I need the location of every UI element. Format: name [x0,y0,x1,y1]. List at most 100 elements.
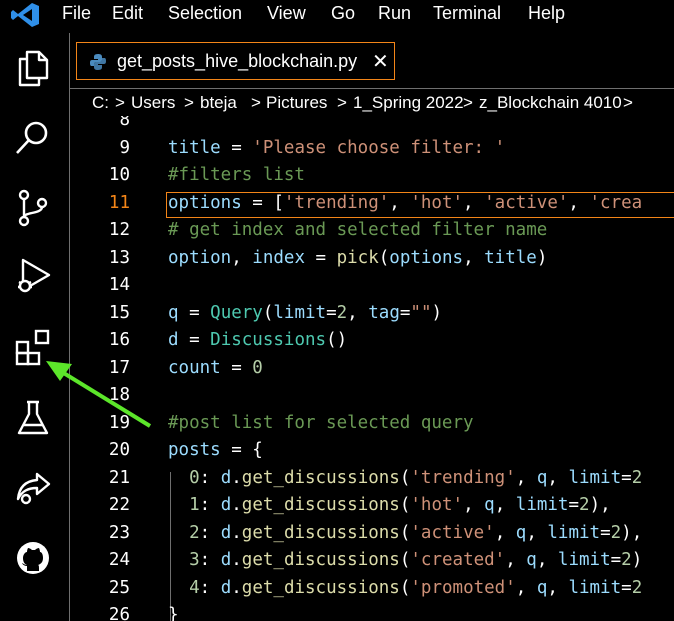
code-token: ) [431,302,443,323]
code-token: = [600,522,611,543]
search-icon[interactable] [13,118,53,158]
remote-share-icon[interactable] [13,468,53,508]
code-line[interactable]: #post list for selected query [168,413,474,433]
code-line[interactable]: 0: d.get_discussions('trending', q, limi… [168,468,642,488]
close-icon[interactable]: ✕ [372,49,389,74]
vscode-logo-icon[interactable] [10,2,40,28]
line-number: 24 [108,550,130,570]
code-token: limit [515,495,569,515]
code-token: : [199,577,221,598]
menu-run[interactable]: Run [378,3,411,24]
code-token: , [526,522,548,543]
code-token: ( [399,467,411,488]
menu-help[interactable]: Help [528,3,565,24]
menu-terminal[interactable]: Terminal [433,3,501,24]
code-token: . [231,495,242,515]
code-line[interactable]: 1: d.get_discussions('hot', q, limit=2), [168,495,611,515]
breadcrumb-item[interactable]: C: [92,93,109,113]
menu-file[interactable]: File [62,3,91,24]
code-token: , [494,522,516,543]
code-token: 'hot' [410,192,464,213]
code-token: Discussions [210,330,327,350]
testing-icon[interactable] [13,398,53,438]
code-line[interactable]: title = 'Please choose filter: ' [168,138,505,158]
line-number: 20 [108,440,130,460]
code-editor[interactable]: 8 9 title = 'Please choose filter: ' 10 #fil… [70,116,674,621]
code-token: , [389,192,411,213]
code-token: : [199,550,221,570]
code-token: = [220,137,253,158]
code-line[interactable]: count = 0 [168,358,263,378]
code-token: 'hot' [410,495,464,515]
line-number: 26 [108,605,130,621]
line-number: 8 [119,116,130,130]
line-number: 12 [108,220,130,240]
code-token: , [505,550,527,570]
code-token: d [220,522,232,543]
code-line[interactable]: d = Discussions() [168,330,347,350]
code-token: : [199,522,221,543]
code-token: d [220,577,232,598]
code-token: ), [621,522,643,543]
code-line[interactable]: 2: d.get_discussions('active', q, limit=… [168,523,642,543]
menu-selection[interactable]: Selection [168,3,242,24]
code-line[interactable]: options = ['trending', 'hot', 'active', … [168,193,642,213]
code-line[interactable]: } [168,605,179,621]
code-token: index [252,247,305,268]
code-token: ) [631,550,643,570]
code-token: , [463,495,485,515]
breadcrumb-separator: > [623,93,633,112]
line-number: 9 [119,137,130,158]
code-token: = [621,467,632,488]
breadcrumb-item[interactable]: Pictures [266,93,327,113]
code-line[interactable]: #filters list [168,165,305,185]
code-token: () [326,330,348,350]
run-debug-icon[interactable] [13,256,53,296]
code-token: . [231,522,242,543]
code-token: d [168,330,179,350]
code-token: , [515,467,537,488]
extensions-icon[interactable] [13,328,53,368]
breadcrumb-item[interactable]: z_Blockchain 4010 [479,93,622,113]
code-token: d [220,495,232,515]
code-token: . [231,550,242,570]
code-token: , [547,577,569,598]
code-token: = [621,577,632,598]
code-line[interactable]: posts = { [168,440,263,460]
code-token: . [231,467,242,488]
code-token: 'promoted' [410,577,516,598]
code-line[interactable]: option, index = pick(options, title) [168,248,547,268]
github-icon[interactable] [13,538,53,578]
code-token: , [568,192,590,213]
breadcrumb-item[interactable]: bteja [200,93,237,113]
code-token: limit [557,550,611,570]
code-line[interactable]: 4: d.get_discussions('promoted', q, limi… [168,578,642,598]
breadcrumb-separator: > [463,93,473,112]
code-token: posts [168,440,221,460]
code-token: , [463,247,485,268]
code-token: = [610,550,622,570]
editor-tab[interactable]: get_posts_hive_blockchain.py ✕ [76,42,395,80]
code-token: limit [547,522,601,543]
code-token: ( [399,495,411,515]
code-token: # get index and selected filter name [168,220,548,240]
source-control-icon[interactable] [13,188,53,228]
code-line[interactable]: q = Query(limit=2, tag="") [168,303,442,323]
menu-view[interactable]: View [267,3,306,24]
code-token: q [536,577,548,598]
code-token: Query [210,302,263,323]
breadcrumb-item[interactable]: 1_Spring 2022 [353,93,464,113]
code-token: 4 [189,577,200,598]
menu-go[interactable]: Go [331,3,355,24]
breadcrumb-item[interactable]: Users [131,93,175,113]
breadcrumb: C: > Users > bteja > Pictures >1_Spring 2022 > z_… [70,88,674,116]
code-token: get_discussions [241,577,400,598]
code-token: q [536,467,548,488]
code-line[interactable]: # get index and selected filter name [168,220,547,240]
line-number: 10 [108,165,130,185]
code-line[interactable]: 3: d.get_discussions('created', q, limit… [168,550,642,570]
explorer-icon[interactable] [13,48,53,88]
menu-edit[interactable]: Edit [112,3,143,24]
code-token: 2 [631,467,643,488]
